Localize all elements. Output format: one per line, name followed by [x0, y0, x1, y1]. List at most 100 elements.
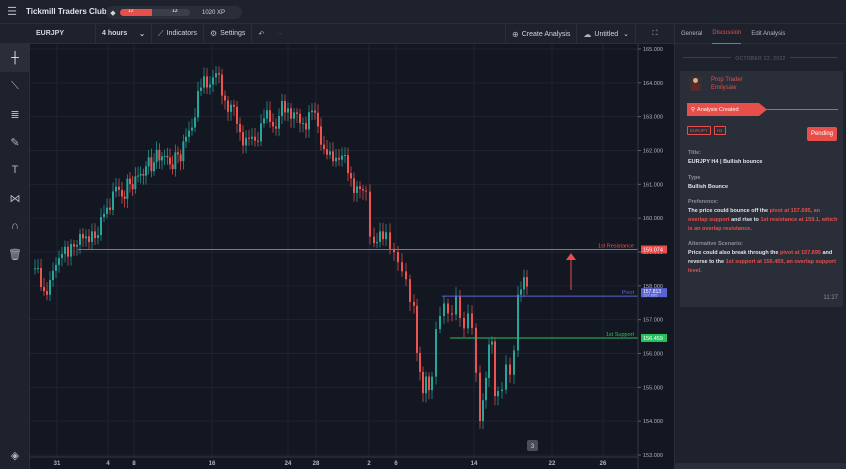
candle-body: [200, 87, 202, 91]
analysis-created-label: Analysis Created: [697, 106, 739, 113]
candle-body: [126, 178, 129, 199]
create-analysis-button[interactable]: ⊕ Create Analysis: [505, 24, 578, 44]
fullscreen-button[interactable]: ⛶: [636, 24, 674, 44]
candle-body: [166, 155, 169, 158]
candle-body: [347, 155, 349, 174]
delete-tool[interactable]: 🗑: [0, 240, 30, 268]
status-badge[interactable]: Pending: [806, 127, 837, 141]
layout-selector[interactable]: ☁ Untitled ⌄: [577, 24, 636, 44]
fullscreen-icon: ⛶: [652, 30, 658, 37]
timeframe-selector[interactable]: 4 hours ⌄: [96, 23, 152, 44]
undo-button[interactable]: ↶: [252, 24, 270, 44]
candle-body: [88, 236, 90, 243]
price-tick-label: 153.000: [643, 453, 663, 459]
up-arrow[interactable]: [566, 253, 576, 290]
candle-body: [317, 112, 319, 127]
date-divider: OCTOBER 22, 2022: [683, 53, 838, 62]
panel-tabs: General Discussion Edit Analysis: [675, 24, 846, 44]
price-tick-label: 156.000: [643, 352, 663, 358]
candle-body: [171, 164, 174, 170]
magnet-tool[interactable]: ∩: [0, 212, 30, 240]
pivot-price-secondary: 157.695: [643, 293, 658, 298]
candle-body: [526, 277, 528, 287]
trend-line-tool[interactable]: ⟍: [0, 72, 30, 100]
price-tick-label: 162.000: [643, 149, 663, 155]
tab-general[interactable]: General: [681, 24, 702, 44]
candle-body: [341, 155, 343, 160]
date-tick-label: 22: [549, 461, 556, 467]
candle-body: [482, 400, 484, 422]
text-tool[interactable]: T: [0, 156, 30, 184]
candle-body: [409, 279, 411, 302]
candle-body: [34, 268, 36, 270]
message-input[interactable]: [675, 463, 846, 469]
candle-body: [513, 350, 515, 375]
create-analysis-label: Create Analysis: [521, 30, 571, 38]
candle-body: [67, 246, 69, 257]
pattern-tool[interactable]: ⋈: [0, 184, 30, 212]
preference-text-2: and rise to: [729, 217, 761, 223]
price-chart[interactable]: 1st Resistance Pivot 1st Support 165.000…: [30, 44, 670, 469]
analysis-created-badge: ⚲ Analysis Created: [687, 103, 767, 116]
settings-label: Settings: [220, 30, 246, 37]
candle-body: [376, 241, 378, 244]
candle-body: [58, 258, 60, 265]
candle-body: [329, 151, 331, 155]
scroll-to-latest-button[interactable]: 3: [527, 440, 538, 451]
candle-body: [350, 173, 352, 179]
price-axis: 165.000 164.000 163.000 162.000 161.000 160.0…: [637, 44, 663, 469]
candle-body: [269, 110, 271, 122]
tab-discussion[interactable]: Discussion: [712, 24, 742, 44]
drawing-toolbar: ┼ ⟍ ≣ ✎ T ⋈ ∩ 🗑 ◈: [0, 44, 30, 469]
brush-tool[interactable]: ✎: [0, 128, 30, 156]
price-tick-label: 160.000: [643, 216, 663, 222]
support-label: 1st Support: [606, 332, 635, 338]
candle-body: [70, 244, 72, 257]
candle-body: [97, 235, 99, 239]
resistance-price: 159.074: [643, 247, 663, 253]
author-name[interactable]: Emilysaw: [711, 84, 743, 92]
candle-body: [150, 157, 153, 172]
candle-body: [455, 296, 457, 315]
gem-icon: ◆: [110, 9, 116, 17]
candle-body: [94, 231, 96, 239]
fib-tool[interactable]: ≣: [0, 100, 30, 128]
candle-body: [401, 262, 403, 272]
trend-line-icon: ⟍: [11, 79, 19, 92]
candle-body: [139, 173, 142, 176]
candle-body: [373, 236, 375, 244]
layout-name: Untitled: [594, 30, 619, 38]
candle-body: [362, 189, 364, 191]
candle-body: [323, 144, 325, 150]
candle-body: [320, 126, 322, 145]
symbol-selector[interactable]: EURJPY: [0, 23, 96, 44]
layers-button[interactable]: ◈: [0, 441, 30, 469]
candle-body: [245, 137, 247, 146]
price-tick-label: 164.000: [643, 81, 663, 87]
settings-button[interactable]: ⚙ Settings: [204, 23, 253, 44]
candle-body: [385, 232, 387, 240]
candle-body: [76, 244, 78, 247]
indicators-button[interactable]: ⟋ Indicators: [152, 23, 204, 44]
undo-icon: ↶: [258, 30, 265, 38]
candle-body: [488, 344, 490, 378]
redo-button[interactable]: →: [270, 24, 289, 44]
candle-body: [326, 149, 328, 155]
candle-body: [106, 207, 108, 214]
candle-body: [100, 217, 102, 236]
tab-edit-analysis[interactable]: Edit Analysis: [751, 24, 785, 44]
candle-body: [435, 329, 437, 377]
candle-body: [332, 151, 334, 162]
chart-grid: [30, 44, 638, 457]
candle-body: [61, 253, 63, 259]
candle-body: [509, 364, 511, 375]
menu-icon[interactable]: ☰: [0, 0, 24, 24]
avatar: [689, 76, 702, 91]
candle-body: [431, 376, 433, 391]
price-tick-label: 157.000: [643, 318, 663, 324]
candle-body: [121, 189, 123, 197]
candle-body: [147, 157, 150, 167]
crosshair-tool[interactable]: ┼: [0, 44, 30, 72]
candle-body: [185, 136, 187, 142]
chart-canvas[interactable]: 1st Resistance Pivot 1st Support 165.000…: [30, 44, 670, 469]
